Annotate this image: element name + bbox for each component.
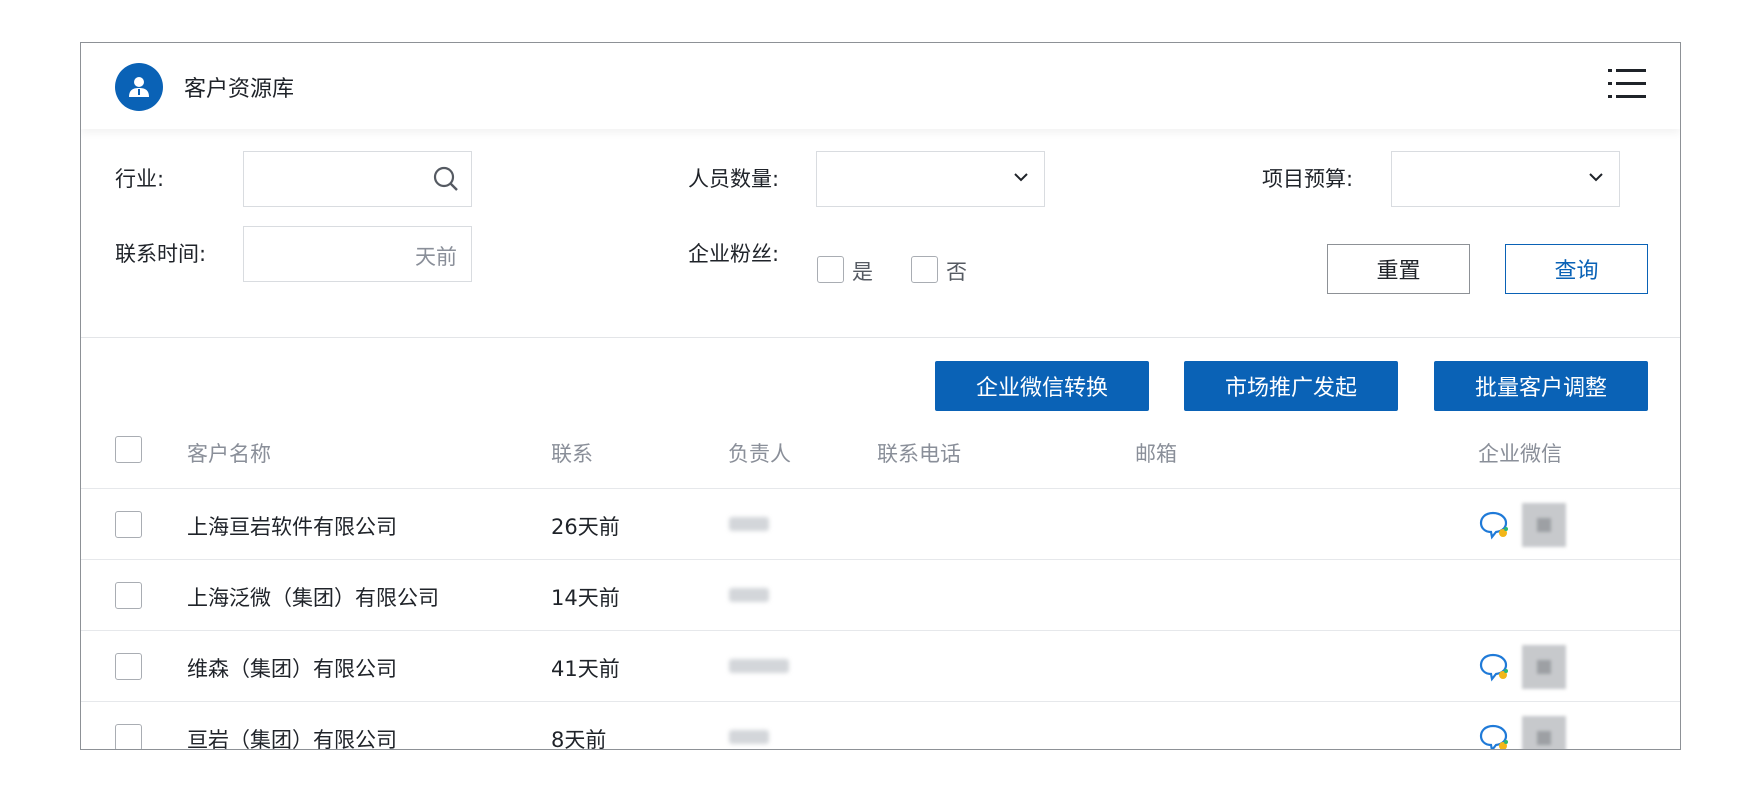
days-ago-suffix: 天前 [415, 245, 457, 269]
fans-no-label: 否 [946, 260, 967, 284]
col-wechat: 企业微信 [1478, 442, 1562, 466]
table-row[interactable]: 维森（集团）有限公司 41天前 [81, 630, 1680, 702]
row-checkbox[interactable] [115, 724, 142, 749]
panel-header: 客户资源库 [81, 43, 1680, 129]
page-title: 客户资源库 [184, 77, 295, 102]
col-phone: 联系电话 [877, 442, 961, 466]
contact-time-label: 联系时间: [115, 242, 207, 266]
search-icon[interactable] [431, 164, 461, 198]
wechat-chat-icon[interactable] [1479, 652, 1511, 686]
row-checkbox[interactable] [115, 511, 142, 538]
chevron-down-icon [1587, 168, 1605, 190]
qr-code-image [1522, 716, 1566, 749]
owner-redacted [729, 659, 789, 673]
contact-time: 26天前 [551, 515, 620, 539]
industry-search-input[interactable] [243, 151, 472, 207]
contact-time: 14天前 [551, 586, 620, 610]
budget-select[interactable] [1391, 151, 1620, 207]
section-divider [81, 337, 1680, 338]
qr-code-image [1522, 645, 1566, 689]
owner-redacted [729, 730, 769, 744]
owner-redacted [729, 517, 769, 531]
budget-label: 项目预算: [1262, 167, 1354, 191]
fans-no-checkbox[interactable] [911, 256, 938, 283]
reset-button[interactable]: 重置 [1327, 244, 1470, 294]
fans-label: 企业粉丝: [688, 242, 780, 266]
col-email: 邮箱 [1135, 442, 1177, 466]
contact-time: 41天前 [551, 657, 620, 681]
customer-library-panel: 客户资源库 行业: 人员数量: 项目预算: 联系时间: 天前 企业粉丝: 是 否… [80, 42, 1681, 750]
search-button[interactable]: 查询 [1505, 244, 1648, 294]
contact-time: 8天前 [551, 728, 607, 750]
table-row[interactable]: 上海泛微（集团）有限公司 14天前 [81, 559, 1680, 631]
table-row[interactable]: 上海亘岩软件有限公司 26天前 [81, 488, 1680, 560]
industry-label: 行业: [115, 167, 165, 191]
customer-name[interactable]: 维森（集团）有限公司 [187, 653, 397, 683]
list-menu-icon[interactable] [1608, 67, 1646, 101]
wechat-chat-icon[interactable] [1479, 510, 1511, 544]
select-all-checkbox[interactable] [115, 436, 142, 463]
qr-code-image [1522, 503, 1566, 547]
customer-name[interactable]: 上海亘岩软件有限公司 [187, 511, 397, 541]
col-owner: 负责人 [728, 442, 791, 466]
staff-count-label: 人员数量: [688, 167, 780, 191]
batch-adjust-button[interactable]: 批量客户调整 [1434, 361, 1648, 411]
owner-redacted [729, 588, 769, 602]
fans-yes-checkbox[interactable] [817, 256, 844, 283]
row-checkbox[interactable] [115, 582, 142, 609]
col-customer-name: 客户名称 [187, 442, 271, 466]
wechat-convert-button[interactable]: 企业微信转换 [935, 361, 1149, 411]
wechat-chat-icon[interactable] [1479, 723, 1511, 749]
col-contact: 联系 [551, 442, 593, 466]
user-icon [115, 63, 163, 111]
marketing-launch-button[interactable]: 市场推广发起 [1184, 361, 1398, 411]
fans-yes-label: 是 [852, 260, 873, 284]
chevron-down-icon [1012, 168, 1030, 190]
customer-name[interactable]: 亘岩（集团）有限公司 [187, 724, 397, 749]
table-row[interactable]: 亘岩（集团）有限公司 8天前 [81, 701, 1680, 750]
staff-count-select[interactable] [816, 151, 1045, 207]
customer-name[interactable]: 上海泛微（集团）有限公司 [187, 582, 439, 612]
row-checkbox[interactable] [115, 653, 142, 680]
contact-time-input[interactable]: 天前 [243, 226, 472, 282]
